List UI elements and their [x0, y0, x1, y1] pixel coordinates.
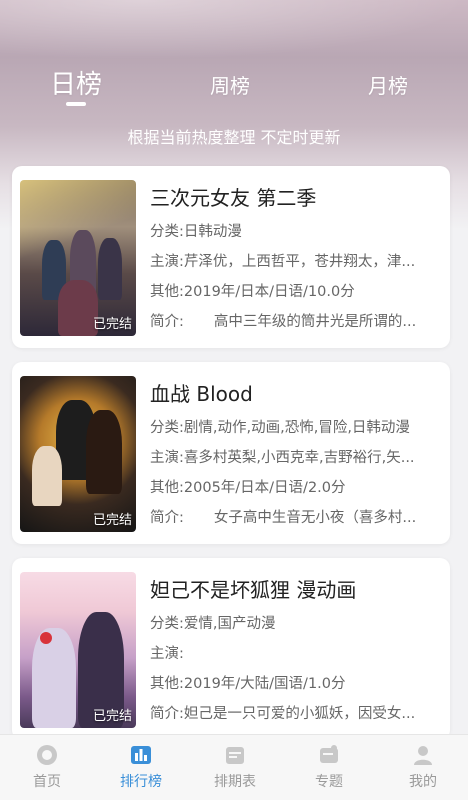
nav-schedule-label: 排期表 — [214, 774, 256, 790]
intro-row: 简介:妲己是一只可爱的小狐妖，因受女... — [150, 706, 416, 722]
status-badge: 已完结 — [92, 513, 132, 528]
item-title[interactable]: 三次元女友 第二季 — [150, 182, 316, 211]
cast-row: 主演:喜多村英梨,小西克幸,吉野裕行,矢... — [150, 450, 415, 466]
nav-schedule[interactable]: 排期表 — [188, 735, 282, 800]
cast-row: 主演:芹泽优，上西哲平，苍井翔太，津... — [150, 254, 416, 270]
tab-monthly[interactable]: 月榜 — [358, 70, 418, 99]
nav-mine[interactable]: 我的 — [376, 735, 468, 800]
list-item[interactable]: 已完结 三次元女友 第二季 分类:日韩动漫 主演:芹泽优，上西哲平，苍井翔太，津… — [12, 166, 450, 348]
item-title[interactable]: 妲己不是坏狐狸 漫动画 — [150, 574, 356, 603]
status-badge: 已完结 — [92, 317, 132, 332]
intro-row: 简介: 女子高中生音无小夜（喜多村... — [150, 510, 417, 526]
bottom-navigation: 首页 排行榜 排期表 专题 我的 — [0, 734, 468, 800]
topics-icon — [320, 745, 338, 763]
calendar-icon — [226, 747, 244, 764]
other-row: 其他:2019年/大陆/国语/1.0分 — [150, 676, 346, 692]
cover-image[interactable]: 已完结 — [20, 572, 136, 728]
nav-ranking[interactable]: 排行榜 — [94, 735, 188, 800]
cast-row: 主演: — [150, 646, 184, 662]
cover-image[interactable]: 已完结 — [20, 376, 136, 532]
nav-ranking-label: 排行榜 — [120, 774, 162, 790]
nav-mine-label: 我的 — [409, 774, 437, 790]
tab-weekly[interactable]: 周榜 — [200, 70, 260, 99]
other-row: 其他:2005年/日本/日语/2.0分 — [150, 480, 346, 496]
nav-topics[interactable]: 专题 — [282, 735, 376, 800]
user-icon — [414, 746, 432, 765]
cover-image[interactable]: 已完结 — [20, 180, 136, 336]
category-row: 分类:日韩动漫 — [150, 224, 242, 240]
list-item[interactable]: 已完结 血战 Blood 分类:剧情,动作,动画,恐怖,冒险,日韩动漫 主演:喜… — [12, 362, 450, 544]
other-row: 其他:2019年/日本/日语/10.0分 — [150, 284, 355, 300]
nav-topics-label: 专题 — [315, 774, 343, 790]
tab-daily[interactable]: 日榜 — [46, 64, 106, 101]
list-item[interactable]: 已完结 妲己不是坏狐狸 漫动画 分类:爱情,国产动漫 主演: 其他:2019年/… — [12, 558, 450, 740]
intro-row: 简介: 高中三年级的筒井光是所谓的... — [150, 314, 417, 330]
ranking-icon — [131, 746, 151, 764]
ranking-subtitle: 根据当前热度整理 不定时更新 — [127, 128, 341, 147]
category-row: 分类:剧情,动作,动画,恐怖,冒险,日韩动漫 — [150, 420, 410, 436]
item-title[interactable]: 血战 Blood — [150, 378, 253, 407]
category-row: 分类:爱情,国产动漫 — [150, 616, 276, 632]
status-badge: 已完结 — [92, 709, 132, 724]
home-icon — [37, 745, 57, 765]
nav-home-label: 首页 — [33, 774, 61, 790]
tab-active-indicator — [66, 102, 86, 106]
ranking-tabs: 日榜 周榜 月榜 — [0, 60, 468, 110]
nav-home[interactable]: 首页 — [0, 735, 94, 800]
